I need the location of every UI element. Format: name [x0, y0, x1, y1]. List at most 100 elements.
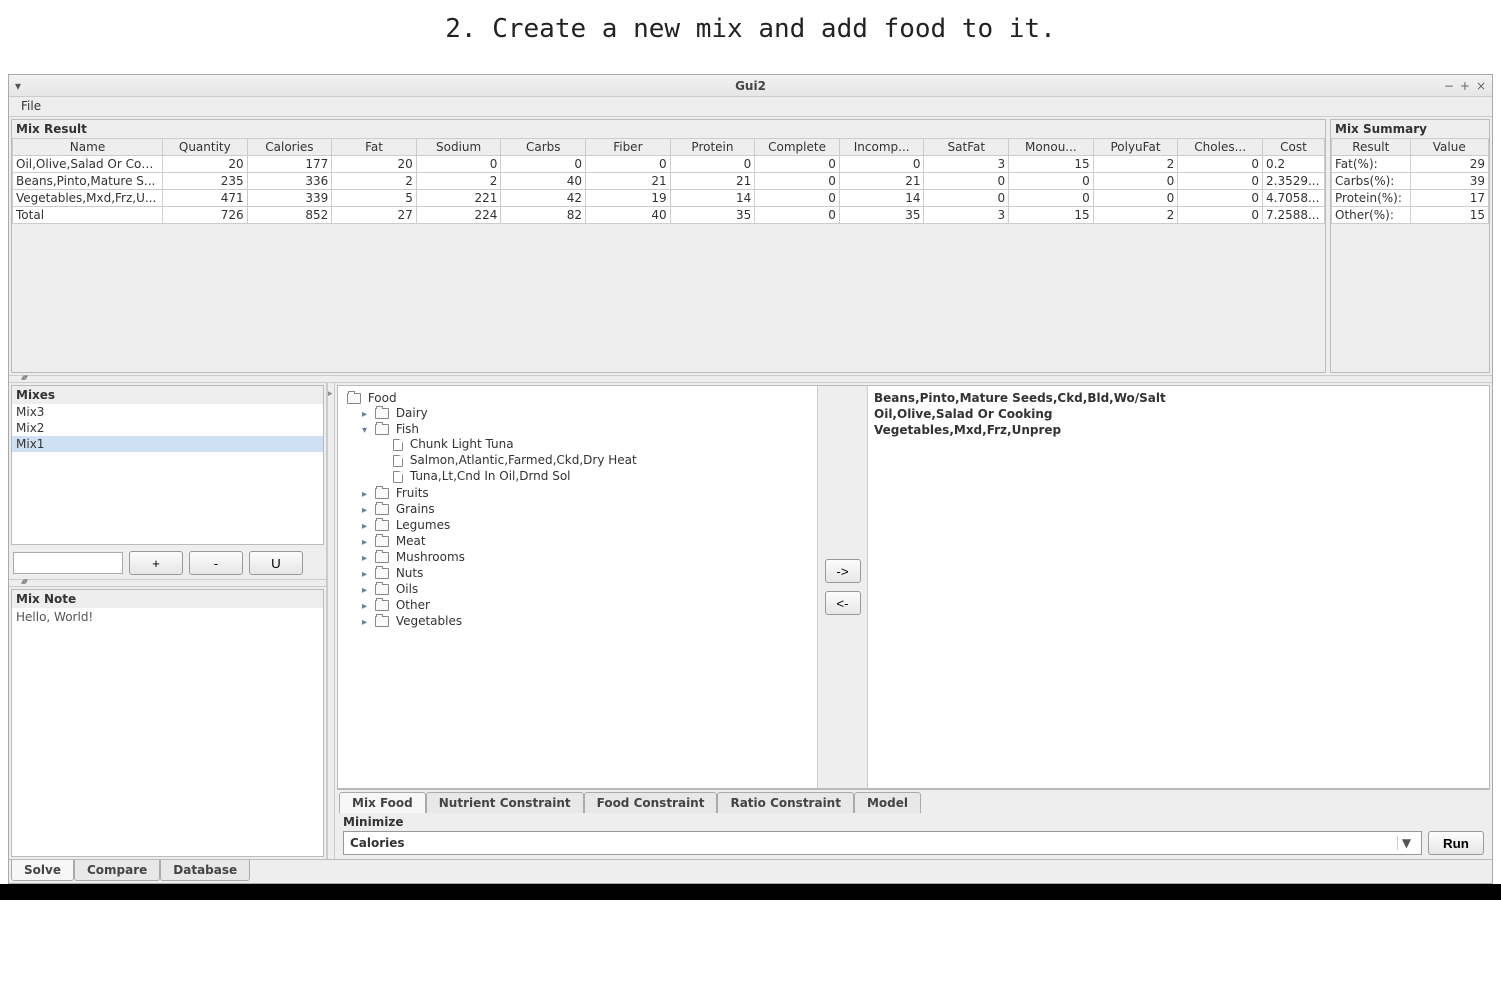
table-row[interactable]: Fat(%):29 — [1332, 156, 1489, 173]
column-header[interactable]: Value — [1410, 139, 1489, 156]
splitter-horizontal-2[interactable] — [9, 579, 326, 587]
close-window-icon[interactable]: × — [1476, 79, 1486, 93]
column-header[interactable]: Incomp... — [839, 139, 924, 156]
tree-node[interactable]: ▸ Vegetables — [362, 613, 811, 629]
list-item[interactable]: Vegetables,Mxd,Frz,Unprep — [874, 422, 1483, 438]
titlebar[interactable]: ▾ Gui2 − + × — [9, 75, 1492, 97]
move-left-button[interactable]: <- — [825, 591, 861, 615]
folder-icon — [375, 536, 389, 547]
tree-node[interactable]: ▸ Oils — [362, 581, 811, 597]
added-foods-list[interactable]: Beans,Pinto,Mature Seeds,Ckd,Bld,Wo/Salt… — [868, 386, 1489, 788]
table-row[interactable]: Vegetables,Mxd,Frz,U...47133952214219140… — [13, 190, 1325, 207]
tab-database[interactable]: Database — [160, 860, 250, 881]
column-header[interactable]: Fiber — [586, 139, 671, 156]
tree-node[interactable]: ▸ Nuts — [362, 565, 811, 581]
mixes-title: Mixes — [12, 386, 323, 404]
u-button[interactable]: U — [249, 551, 303, 575]
table-row[interactable]: Carbs(%):39 — [1332, 173, 1489, 190]
column-header[interactable]: Name — [13, 139, 163, 156]
mix-note-panel: Mix Note Hello, World! — [11, 589, 324, 857]
mix-note-title: Mix Note — [12, 590, 323, 608]
minimize-combo[interactable]: Calories ▼ — [343, 831, 1422, 855]
add-mix-button[interactable]: + — [129, 551, 183, 575]
list-item[interactable]: Beans,Pinto,Mature Seeds,Ckd,Bld,Wo/Salt — [874, 390, 1483, 406]
chevron-down-icon[interactable]: ▼ — [1397, 836, 1415, 850]
column-header[interactable]: SatFat — [924, 139, 1009, 156]
column-header[interactable]: Quantity — [163, 139, 248, 156]
mixes-list[interactable]: Mix3Mix2Mix1 — [12, 404, 323, 544]
tab-nutrient-constraint[interactable]: Nutrient Constraint — [426, 792, 584, 813]
column-header[interactable]: Calories — [247, 139, 332, 156]
tree-node[interactable]: ▸ Dairy — [362, 405, 811, 421]
list-item[interactable]: Mix1 — [12, 436, 323, 452]
tree-toggle-icon[interactable]: ▸ — [362, 505, 372, 516]
window-menu-icon[interactable]: ▾ — [9, 79, 27, 93]
tree-root-node[interactable]: Food▸ Dairy▾ Fish Chunk Light Tuna Salmo… — [344, 390, 811, 630]
mixes-panel: Mixes Mix3Mix2Mix1 — [11, 385, 324, 545]
column-header[interactable]: Choles... — [1178, 139, 1263, 156]
folder-icon — [375, 568, 389, 579]
tab-model[interactable]: Model — [854, 792, 921, 813]
tree-leaf[interactable]: Tuna,Lt,Cnd In Oil,Drnd Sol — [380, 468, 811, 484]
column-header[interactable]: Carbs — [501, 139, 586, 156]
mix-name-input[interactable] — [13, 552, 123, 574]
folder-icon — [375, 488, 389, 499]
tree-toggle-icon[interactable]: ▸ — [362, 537, 372, 548]
column-header[interactable]: Complete — [755, 139, 840, 156]
splitter-horizontal[interactable] — [9, 375, 1492, 383]
mix-result-table[interactable]: NameQuantityCaloriesFatSodiumCarbsFiberP… — [12, 138, 1325, 224]
mix-summary-table[interactable]: ResultValue Fat(%):29Carbs(%):39Protein(… — [1331, 138, 1489, 224]
mid-tabs: Mix FoodNutrient ConstraintFood Constrai… — [337, 789, 1490, 813]
tree-node[interactable]: ▸ Grains — [362, 501, 811, 517]
tree-toggle-icon[interactable]: ▸ — [362, 521, 372, 532]
tree-toggle-icon[interactable]: ▸ — [362, 553, 372, 564]
move-right-button[interactable]: -> — [825, 559, 861, 583]
tree-leaf[interactable]: Salmon,Atlantic,Farmed,Ckd,Dry Heat — [380, 452, 811, 468]
remove-mix-button[interactable]: - — [189, 551, 243, 575]
table-row[interactable]: Total72685227224824035035315207.2588... — [13, 207, 1325, 224]
column-header[interactable]: PolyuFat — [1093, 139, 1178, 156]
tree-toggle-icon[interactable]: ▸ — [362, 601, 372, 612]
tree-node[interactable]: ▸ Meat — [362, 533, 811, 549]
list-item[interactable]: Mix2 — [12, 420, 323, 436]
tree-node[interactable]: ▸ Legumes — [362, 517, 811, 533]
column-header[interactable]: Cost — [1263, 139, 1325, 156]
tree-leaf[interactable]: Chunk Light Tuna — [380, 436, 811, 452]
tree-node[interactable]: ▾ Fish Chunk Light Tuna Salmon,Atlantic,… — [362, 421, 811, 485]
mix-summary-panel: Mix Summary ResultValue Fat(%):29Carbs(%… — [1330, 119, 1490, 373]
table-row[interactable]: Other(%):15 — [1332, 207, 1489, 224]
file-icon — [393, 471, 403, 483]
table-row[interactable]: Oil,Olive,Salad Or Coo...201772000000031… — [13, 156, 1325, 173]
folder-icon — [375, 584, 389, 595]
list-item[interactable]: Oil,Olive,Salad Or Cooking — [874, 406, 1483, 422]
maximize-window-icon[interactable]: + — [1460, 79, 1470, 93]
tree-node[interactable]: ▸ Mushrooms — [362, 549, 811, 565]
tree-node[interactable]: ▸ Fruits — [362, 485, 811, 501]
tree-toggle-icon[interactable]: ▸ — [362, 617, 372, 628]
tab-solve[interactable]: Solve — [11, 860, 74, 881]
tree-toggle-icon[interactable]: ▸ — [362, 409, 372, 420]
column-header[interactable]: Protein — [670, 139, 755, 156]
menu-file[interactable]: File — [15, 97, 47, 115]
tree-toggle-icon[interactable]: ▸ — [362, 569, 372, 580]
column-header[interactable]: Sodium — [416, 139, 501, 156]
run-button[interactable]: Run — [1428, 831, 1484, 855]
mix-note-text[interactable]: Hello, World! — [12, 608, 323, 856]
tree-toggle-icon[interactable]: ▸ — [362, 489, 372, 500]
column-header[interactable]: Result — [1332, 139, 1411, 156]
column-header[interactable]: Monou... — [1009, 139, 1094, 156]
tab-compare[interactable]: Compare — [74, 860, 160, 881]
splitter-vertical[interactable] — [327, 383, 335, 859]
minimize-window-icon[interactable]: − — [1444, 79, 1454, 93]
tree-toggle-icon[interactable]: ▸ — [362, 585, 372, 596]
column-header[interactable]: Fat — [332, 139, 417, 156]
list-item[interactable]: Mix3 — [12, 404, 323, 420]
food-tree[interactable]: Food▸ Dairy▾ Fish Chunk Light Tuna Salmo… — [338, 386, 818, 788]
tree-toggle-icon[interactable]: ▾ — [362, 425, 372, 436]
tab-food-constraint[interactable]: Food Constraint — [584, 792, 718, 813]
table-row[interactable]: Protein(%):17 — [1332, 190, 1489, 207]
table-row[interactable]: Beans,Pinto,Mature S...23533622402121021… — [13, 173, 1325, 190]
tree-node[interactable]: ▸ Other — [362, 597, 811, 613]
tab-ratio-constraint[interactable]: Ratio Constraint — [717, 792, 854, 813]
tab-mix-food[interactable]: Mix Food — [339, 792, 426, 813]
